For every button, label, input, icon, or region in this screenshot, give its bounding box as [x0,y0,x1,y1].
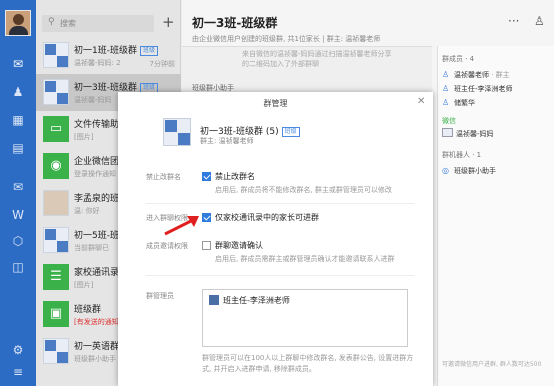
workbench-icon[interactable]: ▤ [10,141,26,155]
wechat-avatar [442,128,453,137]
member-item[interactable]: ♙ 班主任-李泽洲老师 [442,84,513,94]
join-option: 仅家校通讯录中的家长可进群 [215,213,319,222]
rename-label: 禁止改群名 [146,173,181,181]
invite-checkbox[interactable] [202,241,211,250]
member-footer: 可邀请微信用户进群, 群人数可达500 [442,361,542,368]
member-panel: 群成员 · 4 ♙ 温祯馨老师 · 群主 ♙ 班主任-李泽洲老师 ♙ 储繁华 微信 温… [437,46,554,386]
item-preview: 班级群小助手 [74,355,116,363]
more-icon[interactable]: ··· [508,14,519,28]
list-item[interactable]: 初一1班-班级群 班级 温祯馨-妈妈: 2 7分钟前 [36,37,181,74]
dialog-title: 群管理 [263,99,288,108]
admins-label: 群管理员 [146,292,174,300]
item-title: 初一1班-班级群 [74,46,137,56]
system-message: 来自微信的温祯馨-妈妈通过扫描温祯馨老师分享的二维码加入了外部群聊 [242,50,392,68]
item-preview: 温祯馨-妈妈 [74,96,112,104]
item-preview: [有发送的通知] [74,318,122,326]
search-icon: ⚲ [48,17,55,27]
join-checkbox[interactable] [202,213,211,222]
robot-icon: ◎ [442,166,449,175]
settings-icon[interactable]: ⚙ [10,343,26,357]
search-box[interactable]: ⚲ 搜索 [42,15,154,32]
wework-team-icon: ◉ [43,153,69,179]
wechat-label: 微信 [442,117,456,125]
drive-icon[interactable]: ⬡ [10,234,26,248]
chat-icon[interactable]: ✉ [10,57,26,71]
rename-checkbox[interactable] [202,172,211,181]
contacts-book-icon: ☰ [43,264,69,290]
class-badge: 班级 [139,46,158,56]
search-input[interactable]: 搜索 [60,18,76,29]
robots-title: 群机器人 · 1 [442,151,482,159]
rename-desc: 启用后, 群成员将不能修改群名, 群主或群管理员可以修改 [215,186,392,194]
robot-item[interactable]: ◎ 班级群小助手 [442,166,496,176]
group-owner: 群主: 温祯馨老师 [200,137,254,145]
meeting-icon[interactable]: ◫ [10,260,26,274]
item-preview: [图片] [74,133,94,141]
person-icon[interactable]: ♙ [534,14,545,28]
doc-icon[interactable]: W [10,208,26,222]
annotation-arrow [164,216,199,236]
close-icon[interactable]: ✕ [417,96,425,107]
mail-icon[interactable]: ✉ [10,180,26,194]
member-item[interactable]: ♙ 温祯馨老师 · 群主 [442,70,510,80]
admin-avatar [209,295,219,305]
group-management-dialog: 群管理 ✕ 初一3班-班级群 (5) 班级 群主: 温祯馨老师 禁止改群名 禁止改… [118,92,433,386]
divider [146,203,414,204]
calendar-icon[interactable]: ▦ [10,113,26,127]
invite-label: 成员邀请权限 [146,242,188,250]
members-title: 群成员 · 4 [442,55,475,63]
group-avatar [163,118,191,146]
item-preview: [图片] [74,281,94,289]
item-time: 7分钟前 [149,60,175,68]
person-icon: ♙ [442,98,450,107]
group-avatar [43,42,69,68]
chat-subtitle: 由企业微信用户创建的班级群, 共1位家长 | 群主: 温祯馨老师 [192,35,381,43]
invite-option: 群聊邀请确认 [215,241,263,250]
member-item[interactable]: 温祯馨-妈妈 [442,128,494,139]
rename-option: 禁止改群名 [215,172,255,181]
file-transfer-icon: ▭ [43,116,69,142]
admins-footer: 群管理员可以在100人以上群聊中修改群名, 发表群公告, 设置进群方式, 并开启… [202,354,414,373]
group-avatar [43,338,69,364]
person-icon: ♙ [442,70,450,79]
left-rail: ✉ ♟ ▦ ▤ ✉ W ⬡ ◫ ⚙ ≡ [0,0,36,386]
item-preview: 当前群聊已 [74,244,109,252]
class-badge: 班级 [281,127,300,137]
chat-title: 初一3班-班级群 [192,16,278,30]
group-avatar [43,227,69,253]
item-preview: 温祯馨-妈妈: 2 [74,59,121,67]
item-preview: 登录操作通知 [74,170,116,178]
admin-name: 班主任-李泽洲老师 [223,296,290,305]
user-avatar [43,190,69,216]
class-group-icon: ▣ [43,301,69,327]
item-preview: 温: 你好 [74,207,100,215]
user-avatar[interactable] [5,10,31,36]
add-button[interactable]: + [162,13,175,31]
invite-desc: 启用后, 群成员需群主或群管理员确认才能邀请联系人进群 [215,255,395,263]
menu-icon[interactable]: ≡ [10,365,26,379]
contacts-icon[interactable]: ♟ [10,85,26,99]
person-icon: ♙ [442,84,450,93]
group-avatar [43,79,69,105]
member-item[interactable]: ♙ 储繁华 [442,98,475,108]
admins-box[interactable]: 班主任-李泽洲老师 [202,289,408,347]
divider [146,275,414,276]
